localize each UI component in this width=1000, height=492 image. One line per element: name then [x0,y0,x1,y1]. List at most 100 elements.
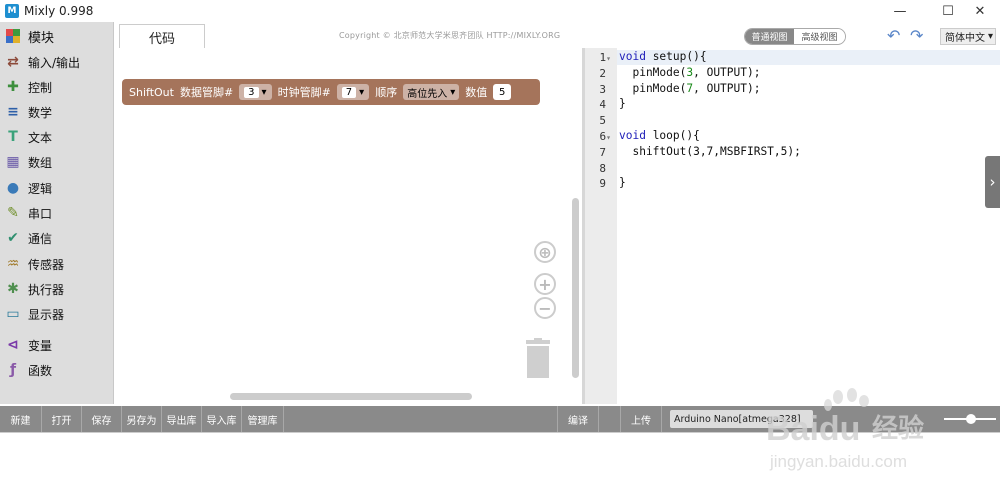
compile-button[interactable]: 编译 [557,406,599,432]
code-token: void [619,50,646,63]
view-advanced-button[interactable]: 高级视图 [794,29,845,44]
data-pin-value: 3 [244,86,259,98]
code-token: , OUTPUT); [693,65,761,79]
block-workspace[interactable]: ShiftOut 数据管脚# 3 ▾ 时钟管脚# 7 ▾ 顺序 高位先入 ▾ 数… [114,48,582,404]
order-label: 顺序 [375,86,398,99]
line-number: 6▾ [599,130,611,143]
line-number: 7 [599,145,606,159]
view-normal-button[interactable]: 普通视图 [745,29,795,44]
trash-icon[interactable] [524,338,552,378]
recenter-icon[interactable]: ⊕ [534,241,556,263]
block-name: ShiftOut [129,85,174,99]
import-lib-button[interactable]: 导入库 [202,406,242,432]
sidebar-item-label: 输入/输出 [28,55,81,70]
code-line[interactable]: pinMode(3, OUTPUT); [619,66,760,79]
sidebar-item-2[interactable]: ≡ 数学 [0,100,114,124]
save-as-button[interactable]: 另存为 [122,406,162,432]
code-editor[interactable]: 1▾ 2 3 4 5 6▾ 7 8 9 void setup(){ pinMode(3, OUT… [582,48,1000,404]
sidebar-header: 模块 [0,24,114,48]
gamepad-icon: ✚ [7,79,19,95]
workspace-horizontal-scrollbar[interactable] [230,393,472,400]
sidebar-item-1[interactable]: ✚ 控制 [0,75,114,99]
sidebar-item-8[interactable]: ♒ 传感器 [0,252,114,276]
fold-toggle-icon[interactable]: ▾ [606,54,611,63]
new-button[interactable]: 新建 [0,406,42,432]
blocks-cube-icon [4,27,22,45]
order-value: 高位先入 [407,88,448,100]
line-number: 3 [599,82,606,96]
data-pin-dropdown[interactable]: 3 ▾ [239,84,272,100]
io-arrows-icon: ⇄ [7,54,19,70]
sidebar-item-label: 通信 [28,231,53,246]
sidebar-item-label: 变量 [28,338,53,353]
close-button[interactable]: ✕ [960,0,1000,22]
line-number-gutter: 1▾ 2 3 4 5 6▾ 7 8 9 [585,48,617,404]
sidebar-item-11[interactable]: ⊲ 变量 [0,333,114,357]
sidebar-item-label: 文本 [28,130,53,145]
output-console[interactable] [0,432,1000,492]
manage-lib-button[interactable]: 管理库 [242,406,284,432]
code-token: } [619,176,626,190]
block-category-sidebar: 模块 ⇄ 输入/输出 ✚ 控制 ≡ 数学 T 文本 ▦ 数组 ● 逻辑 ✎ 串口 ✔ 通信 ♒ 传感器 ✱ 执行器 ▭ 显… [0,22,114,404]
code-line[interactable]: shiftOut(3,7,MSBFIRST,5); [619,145,800,158]
code-line[interactable]: pinMode(7, OUTPUT); [619,82,760,95]
value-input[interactable]: 5 [493,84,512,100]
sidebar-item-4[interactable]: ▦ 数组 [0,150,114,174]
code-line[interactable]: void setup(){ [619,50,707,63]
tab-code[interactable]: 代码 [119,24,205,49]
code-token: loop(){ [645,129,700,142]
mixly-app-icon: M [5,4,19,18]
minimize-button[interactable]: — [880,0,920,22]
line-number: 2 [599,66,606,80]
comm-icon: ✔ [7,230,19,246]
tab-bar: 代码 Copyright © 北京师范大学米思齐团队 HTTP://MIXLY.… [114,22,1000,49]
pen-icon: ✎ [7,205,19,221]
slider-knob[interactable] [966,414,976,424]
language-select[interactable]: 简体中文 ▾ [940,28,996,45]
redo-icon[interactable]: ↷ [910,26,923,45]
open-button[interactable]: 打开 [42,406,82,432]
sidebar-item-7[interactable]: ✔ 通信 [0,226,114,250]
panel-toggle-handle[interactable]: › [985,156,1000,208]
clock-pin-label: 时钟管脚# [277,86,331,99]
code-line[interactable]: } [619,97,626,110]
data-pin-label: 数据管脚# [179,86,234,99]
array-icon: ▦ [6,154,20,170]
sidebar-item-label: 执行器 [28,282,65,297]
line-number: 4 [599,98,606,112]
zoom-out-icon[interactable]: − [534,297,556,319]
value-label: 数值 [465,86,488,99]
sidebar-item-label: 数学 [28,105,53,120]
chevron-down-icon: ▾ [261,86,267,98]
upload-button[interactable]: 上传 [620,406,662,432]
sensor-icon: ♒ [6,256,20,272]
bottom-toolbar: 新建 打开 保存 另存为 导出库 导入库 管理库 编译 上传 Arduino N… [0,406,1000,432]
save-button[interactable]: 保存 [82,406,122,432]
sidebar-item-3[interactable]: T 文本 [0,125,114,149]
sidebar-item-label: 传感器 [28,257,65,272]
board-select[interactable]: Arduino Nano[atmega328] [670,410,813,428]
sidebar-item-5[interactable]: ● 逻辑 [0,176,114,200]
sidebar-item-12[interactable]: ƒ 函数 [0,358,114,382]
chevron-down-icon: ▾ [988,31,994,42]
code-token: pinMode( [619,81,687,95]
order-dropdown[interactable]: 高位先入 ▾ [403,84,460,100]
sidebar-item-label: 数组 [28,155,53,170]
sidebar-item-0[interactable]: ⇄ 输入/输出 [0,50,114,74]
undo-icon[interactable]: ↶ [887,26,900,45]
shiftout-block[interactable]: ShiftOut 数据管脚# 3 ▾ 时钟管脚# 7 ▾ 顺序 高位先入 ▾ 数… [122,79,540,105]
code-line[interactable]: void loop(){ [619,129,700,142]
workspace-vertical-scrollbar[interactable] [572,198,579,378]
export-lib-button[interactable]: 导出库 [162,406,202,432]
fold-toggle-icon[interactable]: ▾ [606,133,611,142]
sidebar-item-label: 控制 [28,80,53,95]
sidebar-item-6[interactable]: ✎ 串口 [0,201,114,225]
sidebar-item-9[interactable]: ✱ 执行器 [0,277,114,301]
sidebar-header-label: 模块 [28,30,55,46]
clock-pin-dropdown[interactable]: 7 ▾ [336,84,370,100]
window-title: Mixly 0.998 [24,4,94,18]
math-icon: ≡ [7,104,19,120]
sidebar-item-10[interactable]: ▭ 显示器 [0,302,114,326]
code-line[interactable]: } [619,176,626,189]
zoom-in-icon[interactable]: + [534,273,556,295]
